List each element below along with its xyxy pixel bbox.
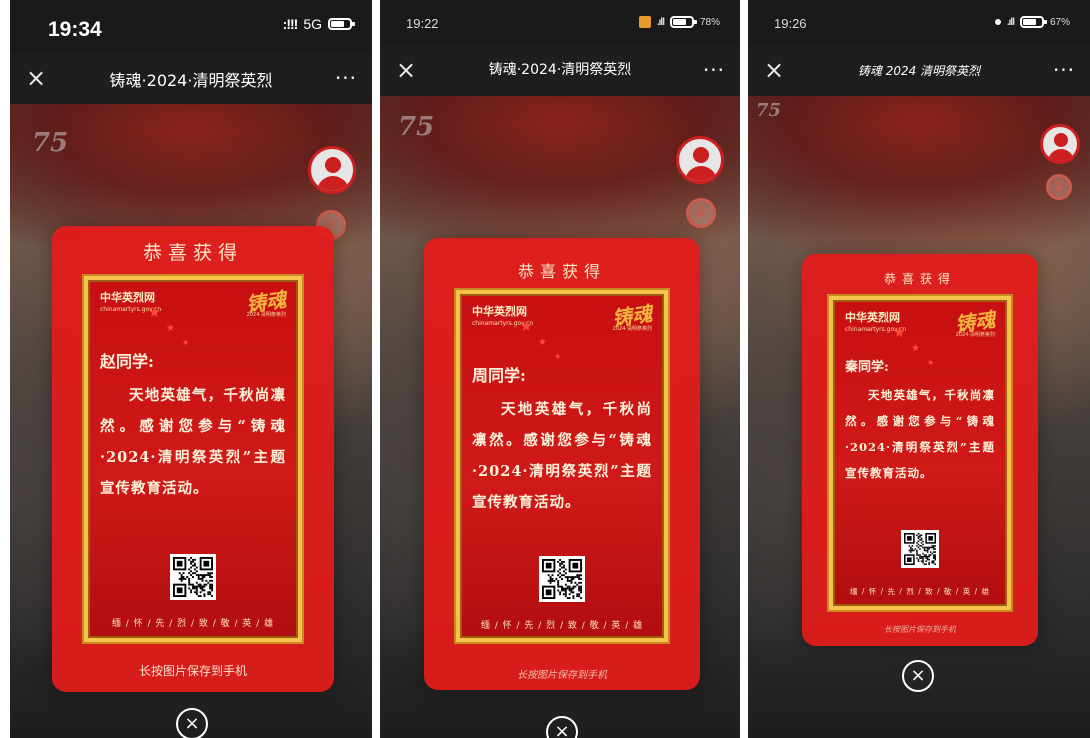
certificate-card[interactable]: 中华英烈网 chinamartyrs.gov.cn ★ ★ ★ 铸魂 2024·清明… [456, 290, 668, 642]
status-time: 19:26 [774, 16, 807, 31]
greeting-text: 周同学: [472, 366, 526, 385]
qr-code [170, 554, 216, 600]
qr-code [539, 556, 585, 602]
close-circle-icon[interactable]: × [902, 660, 934, 692]
certificate-card[interactable]: 中华英烈网 chinamartyrs.gov.cn ★ ★ ★ 铸魂 2024·清明… [84, 276, 302, 642]
award-modal: 恭喜获得 中华英烈网 chinamartyrs.gov.cn ★ ★ ★ 铸魂 20… [424, 238, 700, 690]
modal-heading: 恭喜获得 [883, 272, 956, 286]
save-hint: 长按图片保存到手机 [138, 664, 247, 678]
card-slogan: 缅 / 怀 / 先 / 烈 / 致 / 敬 / 英 / 雄 [480, 621, 644, 631]
more-icon[interactable]: ··· [700, 56, 728, 84]
site-name: 中华英烈网 [845, 311, 900, 324]
more-icon[interactable]: ··· [1050, 56, 1078, 84]
battery-percent: 67% [1049, 16, 1070, 28]
event-logo-subtitle: 2024·清明祭英烈 [955, 332, 995, 338]
screenshot-strip: 75 19:34 :!!! 5G × 铸魂·2024·清明祭英烈 ··· ♛ 恭… [0, 0, 1090, 738]
medal-icon[interactable]: ♛ [686, 198, 716, 228]
status-icons: :!!! 5G [282, 16, 355, 32]
signal-icon: :!!! [282, 16, 299, 32]
more-icon[interactable]: ··· [332, 64, 360, 92]
nav-bar: × 铸魂 2024 清明祭英烈 ··· [748, 46, 1090, 96]
save-hint: 长按图片保存到手机 [884, 625, 956, 634]
phone-screen-2: 75 19:22 .ıll 78% × 铸魂·2024·清明祭英烈 ··· ♛ … [380, 0, 740, 738]
battery-icon [1019, 16, 1047, 28]
notification-icon [994, 19, 1001, 25]
avatar-icon[interactable] [676, 136, 724, 184]
qr-code [901, 530, 939, 568]
certificate-card[interactable]: 中华英烈网 chinamartyrs.gov.cn ★ ★ ★ 铸魂 2024·清明… [829, 296, 1011, 610]
close-icon[interactable]: × [760, 56, 788, 84]
medal-icon[interactable]: ♛ [1046, 174, 1072, 200]
greeting-text: 秦同学: [845, 360, 889, 375]
close-circle-icon[interactable]: × [176, 708, 208, 738]
avatar-icon[interactable] [308, 146, 356, 194]
site-name: 中华英烈网 [100, 291, 155, 304]
close-icon[interactable]: × [22, 64, 50, 92]
award-modal: 恭喜获得 中华英烈网 chinamartyrs.gov.cn ★ ★ ★ 铸魂 20… [52, 226, 334, 692]
anniversary-badge: 75 [398, 112, 435, 142]
stars-decoration: ★ ★ ★ [148, 305, 190, 347]
certificate-message: 天地英雄气，千秋尚凛然。感谢您参与“铸魂·2024·清明祭英烈”主题宣传教育活动… [100, 387, 286, 497]
event-logo-subtitle: 2024·清明祭英烈 [246, 312, 286, 318]
certificate-message: 天地英雄气，千秋尚凛然。感谢您参与“铸魂·2024·清明祭英烈”主题宣传教育活动… [845, 388, 995, 480]
site-name: 中华英烈网 [472, 305, 527, 318]
signal-icon: .ıll [1006, 16, 1015, 28]
stars-decoration: ★ ★ ★ [893, 325, 935, 367]
status-icons: .ıll 78% [638, 16, 720, 28]
avatar-icon[interactable] [1040, 124, 1080, 164]
page-title: 铸魂·2024·清明祭英烈 [488, 62, 632, 78]
award-modal: 恭喜获得 中华英烈网 chinamartyrs.gov.cn ★ ★ ★ 铸魂 20… [802, 254, 1038, 646]
status-bar: 19:34 :!!! 5G [10, 0, 372, 54]
anniversary-badge: 75 [756, 100, 782, 121]
card-slogan: 缅 / 怀 / 先 / 烈 / 致 / 敬 / 英 / 雄 [849, 587, 991, 596]
certificate-message: 天地英雄气，千秋尚凛然。感谢您参与“铸魂·2024·清明祭英烈”主题宣传教育活动… [472, 401, 652, 511]
nav-bar: × 铸魂·2024·清明祭英烈 ··· [10, 54, 372, 104]
stars-decoration: ★ ★ ★ [520, 319, 562, 361]
status-icons: .ıll 67% [994, 16, 1070, 28]
event-logo-subtitle: 2024·清明祭英烈 [612, 326, 652, 332]
signal-icon: .ıll [656, 16, 665, 28]
modal-heading: 恭喜获得 [142, 242, 243, 264]
battery-percent: 78% [699, 16, 720, 28]
modal-heading: 恭喜获得 [517, 262, 606, 281]
app-notification-icon [638, 16, 651, 28]
page-title: 铸魂 2024 清明祭英烈 [857, 64, 981, 78]
network-type: 5G [303, 16, 322, 32]
close-icon[interactable]: × [392, 56, 420, 84]
phone-screen-3: 75 19:26 .ıll 67% × 铸魂 2024 清明祭英烈 ··· ♛ … [748, 0, 1090, 738]
greeting-text: 赵同学: [100, 352, 154, 371]
battery-icon [328, 18, 355, 30]
card-slogan: 缅 / 怀 / 先 / 烈 / 致 / 敬 / 英 / 雄 [111, 619, 275, 629]
page-title: 铸魂·2024·清明祭英烈 [109, 71, 273, 90]
status-time: 19:34 [48, 18, 102, 41]
anniversary-badge: 75 [32, 128, 69, 158]
save-hint: 长按图片保存到手机 [517, 670, 607, 681]
nav-bar: × 铸魂·2024·清明祭英烈 ··· [380, 46, 740, 96]
battery-icon [669, 16, 697, 28]
status-time: 19:22 [406, 16, 439, 31]
phone-screen-1: 75 19:34 :!!! 5G × 铸魂·2024·清明祭英烈 ··· ♛ 恭… [10, 0, 372, 738]
